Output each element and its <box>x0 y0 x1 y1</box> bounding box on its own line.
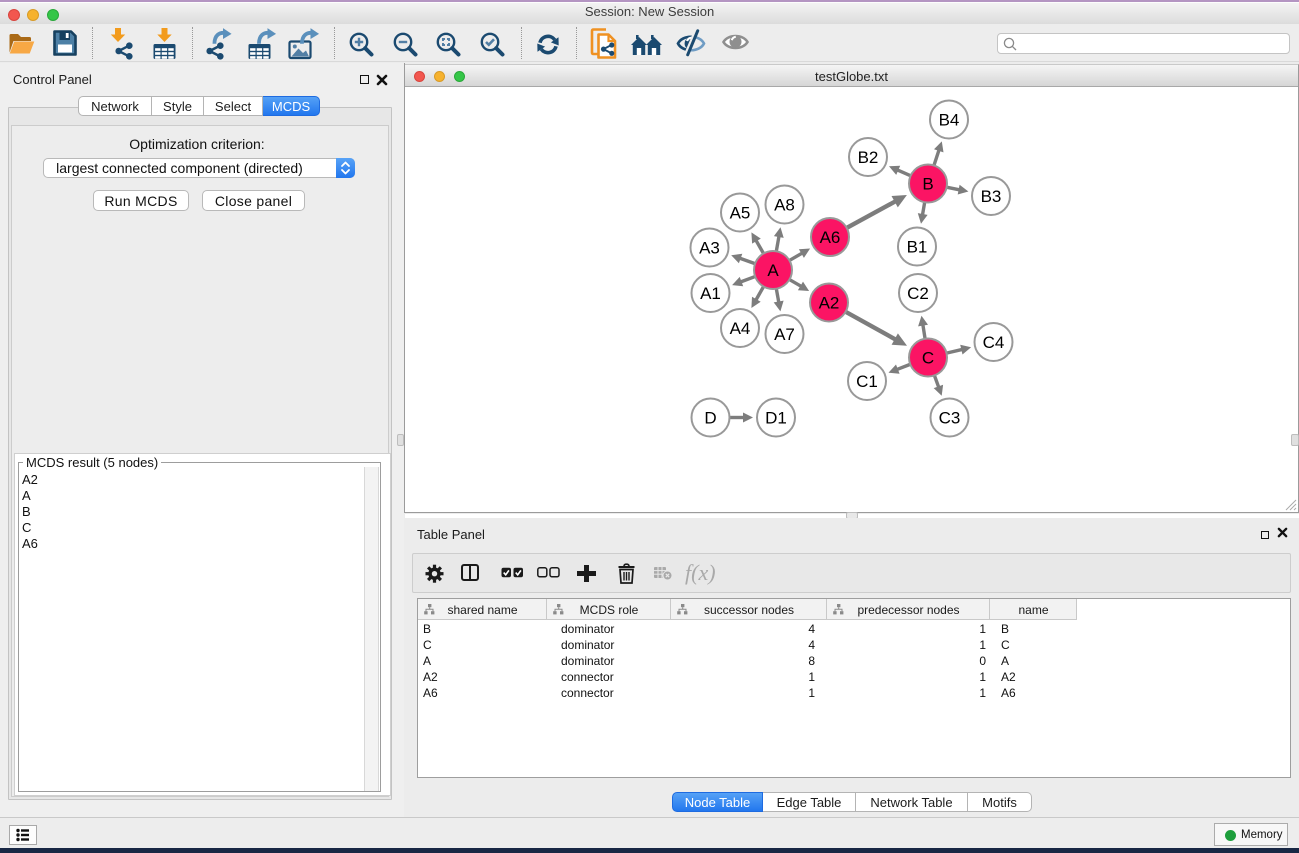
svg-text:B: B <box>922 175 933 194</box>
svg-text:D: D <box>704 409 716 428</box>
svg-text:A8: A8 <box>774 196 795 215</box>
svg-text:A7: A7 <box>774 325 795 344</box>
svg-text:C3: C3 <box>939 409 961 428</box>
svg-text:A6: A6 <box>820 228 841 247</box>
svg-text:C2: C2 <box>907 284 929 303</box>
svg-text:A2: A2 <box>819 294 840 313</box>
svg-text:B4: B4 <box>939 111 960 130</box>
svg-text:A4: A4 <box>730 319 751 338</box>
svg-text:A3: A3 <box>699 239 720 258</box>
svg-text:C1: C1 <box>856 372 878 391</box>
svg-text:C: C <box>922 349 934 368</box>
svg-text:B3: B3 <box>981 187 1002 206</box>
svg-text:A1: A1 <box>700 284 721 303</box>
svg-text:A: A <box>767 261 779 280</box>
svg-text:B1: B1 <box>907 238 928 257</box>
svg-text:B2: B2 <box>858 148 879 167</box>
svg-text:D1: D1 <box>765 409 787 428</box>
svg-text:A5: A5 <box>730 204 751 223</box>
svg-text:C4: C4 <box>983 333 1005 352</box>
